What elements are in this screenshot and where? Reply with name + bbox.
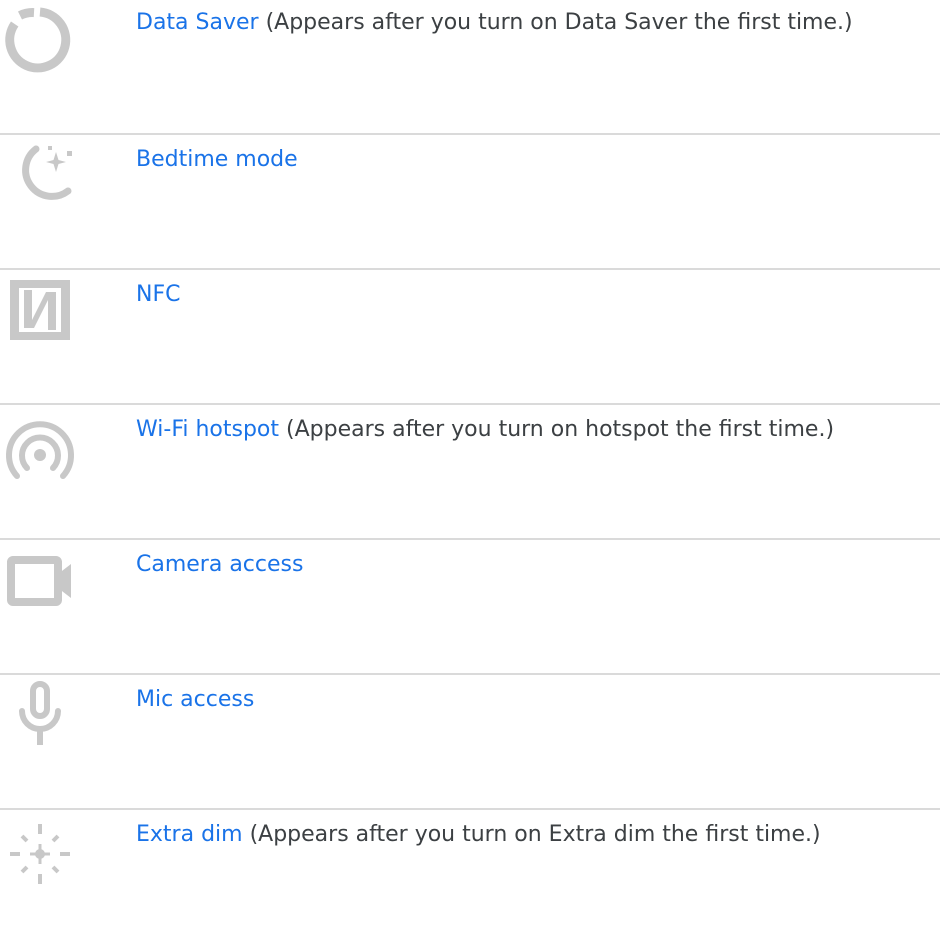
list-item-data-saver: Data Saver (Appears after you turn on Da… [0, 0, 940, 135]
list-item-text: NFC [136, 280, 180, 310]
extra-dim-note: (Appears after you turn on Extra dim the… [249, 822, 821, 847]
list-item-extra-dim: Extra dim (Appears after you turn on Ext… [0, 810, 940, 945]
data-saver-link[interactable]: Data Saver [136, 10, 259, 35]
mic-icon [0, 675, 80, 755]
list-item-text: Wi-Fi hotspot (Appears after you turn on… [136, 415, 834, 445]
mic-access-link[interactable]: Mic access [136, 687, 254, 712]
bedtime-mode-link[interactable]: Bedtime mode [136, 147, 298, 172]
wifi-hotspot-link[interactable]: Wi-Fi hotspot [136, 417, 279, 442]
bedtime-icon [0, 135, 80, 215]
list-item-text: Bedtime mode [136, 145, 298, 175]
data-saver-note: (Appears after you turn on Data Saver th… [265, 10, 853, 35]
extra-dim-icon [0, 810, 80, 890]
list-item-camera-access: Camera access [0, 540, 940, 675]
wifi-hotspot-note: (Appears after you turn on hotspot the f… [286, 417, 835, 442]
list-item-bedtime-mode: Bedtime mode [0, 135, 940, 270]
nfc-icon [0, 270, 80, 350]
list-item-wifi-hotspot: Wi-Fi hotspot (Appears after you turn on… [0, 405, 940, 540]
list-item-text: Camera access [136, 550, 303, 580]
nfc-link[interactable]: NFC [136, 282, 180, 307]
wifi-hotspot-icon [0, 405, 80, 485]
data-saver-icon [0, 0, 80, 80]
list-item-text: Mic access [136, 685, 254, 715]
camera-access-link[interactable]: Camera access [136, 552, 303, 577]
list-item-nfc: NFC [0, 270, 940, 405]
extra-dim-link[interactable]: Extra dim [136, 822, 243, 847]
camera-icon [0, 540, 80, 620]
list-item-text: Extra dim (Appears after you turn on Ext… [136, 820, 821, 850]
list-item-mic-access: Mic access [0, 675, 940, 810]
list-item-text: Data Saver (Appears after you turn on Da… [136, 8, 853, 38]
